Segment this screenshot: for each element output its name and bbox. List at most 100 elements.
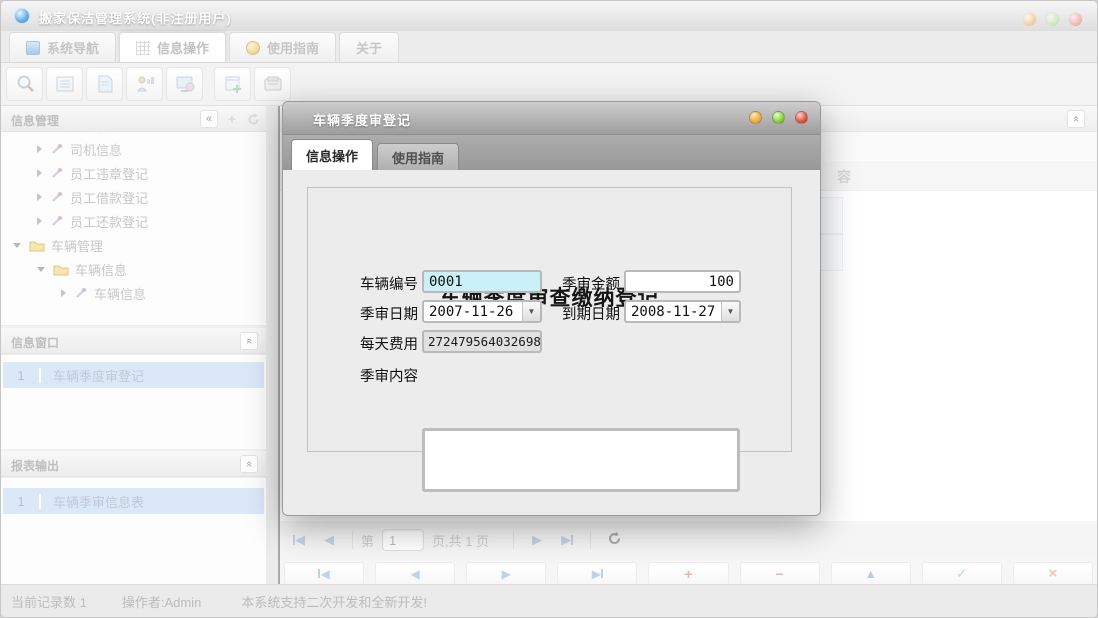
dialog-tab-user-guide[interactable]: 使用指南: [377, 143, 459, 170]
dialog-maximize-button[interactable]: [772, 111, 785, 124]
dialog-minimize-button[interactable]: [749, 111, 762, 124]
report-output-list: 1 车辆季审信息表: [1, 478, 266, 584]
minimize-button[interactable]: [1022, 12, 1037, 27]
dropdown-arrow-icon[interactable]: ▼: [721, 302, 739, 321]
pager-first-button[interactable]: ◀: [284, 532, 314, 548]
pager-prev-button[interactable]: ◀: [314, 532, 344, 548]
sidebar-collapse-button[interactable]: «: [200, 110, 218, 128]
tree-item[interactable]: 司机信息: [1, 137, 266, 161]
content-textarea[interactable]: [422, 428, 740, 492]
refresh-tree-icon[interactable]: [245, 110, 261, 128]
tree-item[interactable]: 员工还款登记: [1, 209, 266, 233]
tab-user-guide[interactable]: 使用指南: [229, 32, 336, 62]
tab-info-operation[interactable]: 信息操作: [119, 32, 226, 62]
amount-input[interactable]: [624, 270, 741, 293]
maximize-button[interactable]: [1045, 12, 1060, 27]
wand-icon: [50, 166, 64, 180]
report-row[interactable]: 1 车辆季审信息表: [3, 488, 264, 514]
grid-add-button[interactable]: +: [648, 562, 728, 585]
dialog-titlebar[interactable]: 车辆季度审登记: [283, 102, 820, 135]
grid-edit-button[interactable]: ▲: [831, 562, 911, 585]
caret-down-icon[interactable]: [37, 267, 45, 272]
caret-right-icon[interactable]: [37, 193, 42, 201]
tree-item[interactable]: 车辆管理: [1, 233, 266, 257]
daily-fee-label: 每天费用: [360, 333, 418, 354]
last-page-icon: ▶: [561, 532, 571, 547]
dialog-tabbar: 信息操作 使用指南: [283, 135, 820, 170]
dialog-tab-info-operation[interactable]: 信息操作: [291, 139, 373, 170]
wand-icon: [74, 286, 88, 300]
page-number-input[interactable]: [382, 529, 424, 551]
info-manage-title: 信息管理: [11, 112, 59, 129]
tab-system-nav[interactable]: 系统导航: [9, 32, 116, 62]
column-header-fragment: 容: [837, 167, 851, 187]
pager-next-button[interactable]: ▶: [522, 532, 552, 548]
main-tabbar: 系统导航 信息操作 使用指南 关于: [1, 31, 1097, 63]
pager-separator: [352, 531, 353, 549]
document-button[interactable]: [86, 67, 123, 101]
caret-down-icon[interactable]: [13, 243, 21, 248]
grid-prev-button[interactable]: ◀: [375, 562, 455, 585]
caret-right-icon[interactable]: [37, 145, 42, 153]
chevron-up-icon: «: [1070, 116, 1082, 122]
prev-page-icon: ◀: [324, 532, 334, 547]
info-window-collapse-button[interactable]: «: [240, 332, 258, 350]
tab-about[interactable]: 关于: [339, 32, 399, 62]
last-icon: ▶: [592, 567, 601, 581]
info-window-row[interactable]: 1 车辆季度审登记: [3, 362, 264, 388]
prev-icon: ◀: [411, 567, 420, 581]
dialog-title: 车辆季度审登记: [313, 110, 411, 129]
search-button[interactable]: [6, 67, 43, 101]
grid-last-button[interactable]: ▶: [557, 562, 637, 585]
dropdown-arrow-icon[interactable]: ▼: [522, 302, 540, 321]
caret-down-glyph: ▼: [727, 307, 735, 316]
close-button[interactable]: [1068, 12, 1083, 27]
expire-date-label: 到期日期: [562, 303, 620, 324]
grid-cancel-button[interactable]: ×: [1013, 562, 1093, 585]
tree-label: 车辆管理: [51, 236, 103, 255]
status-message: 本系统支持二次开发和全新开发!: [241, 592, 427, 611]
caret-right-icon[interactable]: [61, 289, 66, 297]
wand-icon: [50, 214, 64, 228]
tab-label: 使用指南: [267, 38, 319, 57]
user-chart-icon: [134, 73, 156, 95]
archive-button[interactable]: [254, 67, 291, 101]
refresh-icon: [247, 113, 260, 126]
tree-item[interactable]: 员工违章登记: [1, 161, 266, 185]
wand-icon: [50, 142, 64, 156]
review-date-select[interactable]: 2007-11-26 ▼: [422, 300, 542, 323]
monitor-button[interactable]: [166, 67, 203, 101]
window-add-button[interactable]: [214, 67, 251, 101]
vehicle-no-input[interactable]: [422, 270, 542, 293]
tree-item[interactable]: 车辆信息: [1, 281, 266, 305]
caret-right-icon[interactable]: [37, 169, 42, 177]
grid-next-button[interactable]: ▶: [466, 562, 546, 585]
tab-label: 信息操作: [306, 146, 358, 165]
tree-item[interactable]: 车辆信息: [1, 257, 266, 281]
report-output-collapse-button[interactable]: «: [240, 455, 258, 473]
report-button[interactable]: [46, 67, 83, 101]
tree-item[interactable]: 员工借款登记: [1, 185, 266, 209]
expire-date-select[interactable]: 2008-11-27 ▼: [624, 300, 741, 323]
content-collapse-button[interactable]: «: [1067, 110, 1085, 128]
review-date-label: 季审日期: [360, 303, 418, 324]
user-chart-button[interactable]: [126, 67, 163, 101]
dialog-close-button[interactable]: [795, 111, 808, 124]
pager-last-button[interactable]: ▶: [552, 532, 582, 548]
grid-first-button[interactable]: ◀: [284, 562, 364, 585]
wand-icon: [50, 190, 64, 204]
grid-confirm-button[interactable]: ✓: [922, 562, 1002, 585]
caret-right-icon[interactable]: [37, 217, 42, 225]
pager-separator: [590, 531, 591, 549]
operator: 操作者:Admin: [122, 592, 201, 611]
plus-icon: +: [684, 566, 692, 582]
add-node-icon[interactable]: +: [224, 110, 240, 128]
dialog-window-controls: [749, 111, 808, 124]
status-bar: 当前记录数 1 操作者:Admin 本系统支持二次开发和全新开发!: [1, 584, 1097, 617]
plus-icon: +: [228, 111, 236, 127]
pager-refresh-button[interactable]: [599, 531, 629, 549]
grid-toolbar: ◀ ◀ ▶ ▶ + − ▲ ✓ ×: [284, 562, 1093, 586]
grid-delete-button[interactable]: −: [740, 562, 820, 585]
window-add-icon: [222, 73, 244, 95]
guide-icon: [246, 41, 260, 55]
